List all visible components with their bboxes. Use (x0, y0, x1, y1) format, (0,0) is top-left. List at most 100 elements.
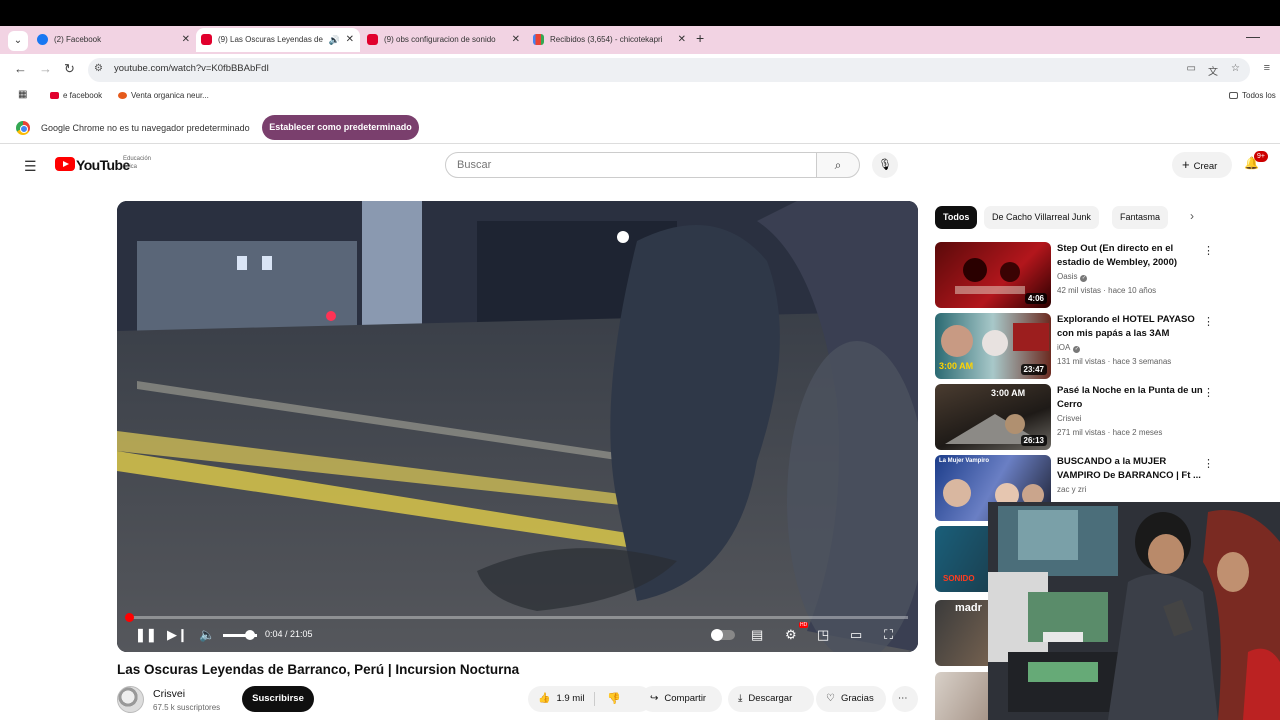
tab-facebook[interactable]: (2) Facebook ✕ (32, 28, 196, 52)
bookmark-all[interactable]: Todos los (1229, 91, 1276, 100)
bookmark-venta[interactable]: Venta organica neur... (118, 91, 209, 100)
set-default-button[interactable]: Establecer como predeterminado (262, 115, 419, 140)
tab-obs[interactable]: (9) obs configuracion de sonido ✕ (362, 28, 526, 52)
recommendation-item[interactable]: 3:00 AM 26:13 Pasé la Noche en la Punta … (935, 384, 1215, 450)
translate-icon[interactable]: 文 (1208, 63, 1218, 78)
thumbs-down-icon[interactable]: 👎 (607, 686, 621, 712)
bookmark-facebook[interactable]: e facebook (50, 91, 102, 100)
thumbnail-caption: La Mujer Vampiro (939, 458, 990, 464)
progress-bar[interactable] (125, 613, 908, 622)
recommendation-title[interactable]: Pasé la Noche en la Punta de un Cerro (1057, 384, 1203, 412)
new-tab-button[interactable]: + (696, 30, 704, 46)
voice-search-button[interactable]: 🎙 (872, 152, 898, 178)
recommendation-item[interactable]: 4:06 Step Out (En directo en el estadio … (935, 242, 1215, 308)
webcam-image (988, 502, 1280, 720)
browser-toolbar: ← → ↻ ⚙ youtube.com/watch?v=K0fbBBAbFdI … (0, 54, 1280, 86)
subscribe-button[interactable]: Suscribirse (242, 686, 314, 712)
bookmark-star-icon[interactable]: ☆ (1231, 63, 1240, 74)
close-icon[interactable]: ✕ (182, 28, 190, 52)
chevron-right-icon[interactable]: › (1190, 209, 1194, 223)
recommendation-title[interactable]: Step Out (En directo en el estadio de We… (1057, 242, 1203, 270)
fullscreen-icon[interactable]: ⛶ (884, 625, 893, 645)
video-player[interactable]: ❚❚ ▶❙ 🔈 0:04 / 21:05 ▤ ⚙ HD ◳ ▭ ⛶ (117, 201, 918, 652)
tab-strip: ⌄ (2) Facebook ✕ (9) Las Oscuras Leyenda… (0, 26, 1280, 54)
youtube-wordmark: YouTube (76, 157, 130, 173)
more-vertical-icon[interactable]: ⋮ (1203, 386, 1214, 399)
reading-list-icon[interactable]: ≡ (1264, 62, 1270, 74)
like-count: 1.9 mil (556, 693, 585, 704)
video-thumbnail[interactable]: 3:00 AM 23:47 (935, 313, 1051, 379)
chip-fantasma[interactable]: Fantasma (1112, 206, 1169, 229)
chip-cacho[interactable]: De Cacho Villarreal Junk (984, 206, 1099, 229)
subtitles-icon[interactable]: ▤ (751, 625, 763, 645)
recommendation-title[interactable]: Explorando el HOTEL PAYASO con mis papás… (1057, 313, 1203, 341)
flame-icon (118, 92, 127, 99)
download-button[interactable]: ⤓ Descargar (728, 686, 814, 712)
create-button[interactable]: + Crear (1172, 152, 1232, 178)
speaker-icon[interactable]: 🔊 (329, 28, 340, 52)
verified-icon: ✓ (1073, 346, 1081, 353)
settings-gear-icon[interactable]: ⚙ (785, 625, 797, 645)
channel-name[interactable]: Crisvei (153, 688, 185, 700)
pause-icon[interactable]: ❚❚ (135, 625, 157, 645)
more-vertical-icon[interactable]: ⋮ (1203, 244, 1214, 257)
hd-badge: HD (799, 622, 809, 628)
tab-title: Recibidos (3,654) - chicotekapri (550, 35, 663, 44)
more-actions-button[interactable]: ⋯ (892, 686, 918, 712)
theater-mode-icon[interactable]: ▭ (850, 625, 862, 645)
more-vertical-icon[interactable]: ⋮ (1203, 315, 1214, 328)
address-bar[interactable]: ⚙ youtube.com/watch?v=K0fbBBAbFdI ▭ 文 ☆ (88, 58, 1250, 82)
thanks-button[interactable]: ♡ Gracias (816, 686, 886, 712)
video-thumbnail[interactable]: 4:06 (935, 242, 1051, 308)
verified-icon: ✓ (1080, 275, 1088, 282)
youtube-icon (201, 34, 212, 45)
youtube-logo[interactable]: YouTube (55, 157, 130, 173)
microphone-icon: 🎙 (878, 159, 892, 171)
minimize-button[interactable]: — (1246, 28, 1260, 44)
recommendation-item[interactable]: 3:00 AM 23:47 Explorando el HOTEL PAYASO… (935, 313, 1215, 379)
recommendation-title[interactable]: BUSCANDO a la MUJER VAMPIRO De BARRANCO … (1057, 455, 1203, 483)
search-button[interactable]: ⌕ (816, 152, 860, 178)
recommendation-channel[interactable]: Oasis ✓ (1057, 272, 1088, 282)
cast-icon[interactable]: ▭ (1187, 63, 1196, 74)
chip-todos[interactable]: Todos (935, 206, 978, 229)
search-input[interactable] (457, 159, 797, 171)
close-icon[interactable]: ✕ (346, 28, 354, 52)
recommendation-channel[interactable]: iOA ✓ (1057, 343, 1081, 353)
forward-icon[interactable]: → (39, 61, 52, 76)
default-browser-infobar: Google Chrome no es tu navegador predete… (0, 110, 1280, 144)
channel-avatar[interactable] (117, 686, 144, 713)
share-label: Compartir (664, 693, 707, 704)
time-display: 0:04 / 21:05 (265, 629, 313, 639)
more-vertical-icon[interactable]: ⋮ (1203, 457, 1214, 470)
tab-title: (2) Facebook (54, 35, 102, 44)
youtube-icon (50, 92, 59, 99)
close-icon[interactable]: ✕ (512, 28, 520, 52)
close-icon[interactable]: ✕ (678, 28, 686, 52)
tab-youtube-video[interactable]: (9) Las Oscuras Leyendas de 🔊 ✕ (196, 28, 360, 52)
video-thumbnail[interactable]: 3:00 AM 26:13 (935, 384, 1051, 450)
thanks-label: Gracias (840, 693, 874, 704)
create-label: Crear (1193, 161, 1218, 172)
recommendation-channel[interactable]: Crisvei (1057, 414, 1081, 423)
tab-search-button[interactable]: ⌄ (8, 31, 28, 51)
share-button[interactable]: ↪ Compartir (640, 686, 722, 712)
duration-badge: 23:47 (1020, 364, 1047, 375)
next-icon[interactable]: ▶❙ (167, 625, 188, 645)
tab-gmail[interactable]: Recibidos (3,654) - chicotekapri ✕ (528, 28, 692, 52)
like-button[interactable]: 👍 1.9 mil (538, 693, 584, 704)
volume-icon[interactable]: 🔈 (199, 625, 215, 645)
divider (594, 692, 595, 706)
miniplayer-icon[interactable]: ◳ (817, 625, 829, 645)
reload-icon[interactable]: ↻ (64, 61, 75, 77)
apps-grid-icon[interactable]: ▦ (18, 89, 27, 100)
thumbnail-caption: 3:00 AM (939, 361, 974, 371)
back-icon[interactable]: ← (14, 61, 27, 76)
recommendation-channel[interactable]: zac y zri (1057, 485, 1086, 494)
webcam-overlay (988, 502, 1280, 720)
autoplay-toggle[interactable] (711, 629, 735, 641)
menu-icon[interactable]: ☰ (24, 158, 37, 175)
site-info-icon[interactable]: ⚙ (94, 63, 103, 74)
heart-dollar-icon: ♡ (826, 693, 835, 704)
notifications-badge: 9+ (1254, 151, 1268, 162)
